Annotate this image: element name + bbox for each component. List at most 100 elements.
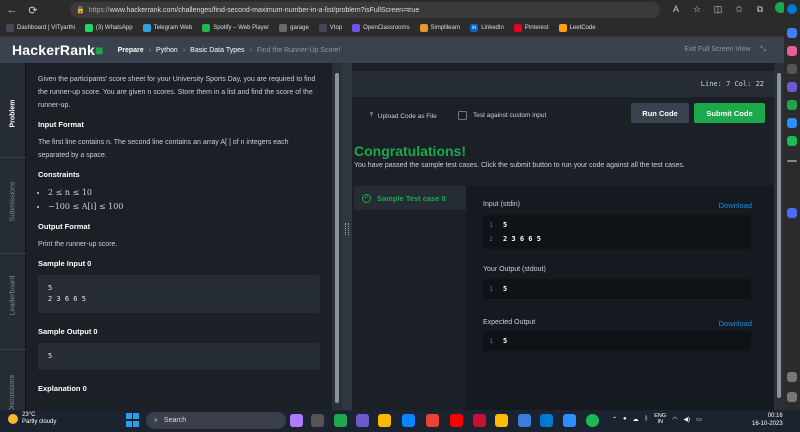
bookmark-item[interactable]: garage [279,24,309,32]
windows-start-icon[interactable] [126,413,140,427]
vscode-icon[interactable] [518,414,531,427]
split-view-icon[interactable] [787,372,797,382]
outlook-icon[interactable] [787,118,797,128]
address-bar[interactable]: 🔒 https:// www.hackerrank.com/challenges… [70,2,660,18]
tools-icon[interactable] [787,64,797,74]
teams-icon[interactable] [356,414,369,427]
chrome-icon[interactable] [426,414,439,427]
collections-icon[interactable]: ⧉ [754,2,766,16]
run-code-button[interactable]: Run Code [631,103,689,123]
whatsapp-icon[interactable] [334,414,347,427]
mcafee-icon[interactable] [473,414,486,427]
cloud-icon[interactable]: ☁ [633,416,639,423]
input-format-heading: Input Format [38,120,84,129]
tab-problem[interactable]: Problem [0,73,26,153]
lock-icon: 🔒 [76,7,85,14]
favorites-icon[interactable]: ✩ [733,2,745,16]
upload-code-button[interactable]: ⤒ Upload Code as File [370,112,437,120]
line-number: 2 [489,235,493,243]
youtube-icon[interactable] [450,414,463,427]
scrollbar-thumb[interactable] [777,73,781,398]
problem-intro: Given the participants' score sheet for … [38,76,316,109]
volume-icon[interactable]: ◀) [683,416,690,423]
system-tray: ⌃ ● ☁ ᛒ ENG IN ◠ ◀) ▭ [612,413,702,425]
spotify-sidebar-icon[interactable] [787,136,797,146]
task-view-icon[interactable] [311,414,324,427]
results-scrollbar[interactable] [774,63,784,410]
custom-input-checkbox[interactable]: Test against custom input [458,111,546,120]
back-icon[interactable]: ← [3,1,21,19]
divider [787,160,797,162]
edge-icon[interactable] [402,414,415,427]
photos-icon[interactable] [563,414,576,427]
sample-input-heading: Sample Input 0 [38,259,92,268]
line-col-indicator: Line: 7 Col: 22 [700,80,764,88]
bookmark-item[interactable]: in LinkedIn [470,24,504,32]
io-value: 5 [503,221,508,229]
spotify-icon[interactable] [586,414,599,427]
line-number: 1 [489,221,493,229]
settings-app-icon[interactable] [540,414,553,427]
expected-output-label: Expected Output [483,319,536,326]
bookmark-item[interactable]: (3) WhatsApp [84,24,133,32]
pane-splitter[interactable] [342,63,352,410]
system-clock[interactable]: 00:16 16-10-2023 [752,412,783,428]
profile-icon[interactable] [787,4,797,14]
read-aloud-icon[interactable]: A [670,2,682,16]
submit-code-button[interactable]: Submit Code [694,103,765,123]
exit-fullscreen-link[interactable]: Exit Full Screen View ⤡ [684,46,766,54]
breadcrumb-basic-data-types[interactable]: Basic Data Types [190,47,244,54]
games-icon[interactable] [787,82,797,92]
breadcrumb-prepare[interactable]: Prepare [118,47,144,54]
tab-leaderboard[interactable]: Leaderboard [0,255,26,335]
chrome-alt-icon[interactable] [495,414,508,427]
bookmark-item[interactable]: Dashboard | VITyarthi [6,24,75,32]
settings-icon[interactable] [787,392,797,402]
drag-handle-icon[interactable] [345,223,349,235]
copilot-taskbar-icon[interactable] [290,414,303,427]
bookmark-label: Dashboard | VITyarthi [17,25,75,31]
battery-icon[interactable]: ▭ [696,416,702,423]
copilot-icon[interactable] [787,208,797,218]
bookmark-icon [84,24,93,32]
bookmark-icon [558,24,567,32]
tray-app-icon[interactable]: ● [623,416,627,422]
refresh-icon[interactable]: ⟳ [24,1,42,19]
taskbar-search[interactable]: ⌕ Search [146,412,286,429]
bookmark-label: OpenClassrooms [363,25,410,31]
checkbox-box[interactable] [458,111,467,120]
bookmark-item[interactable]: Spotify – Web Player [202,24,269,32]
chevron-up-icon[interactable]: ⌃ [612,416,617,423]
bookmark-item[interactable]: Telegram Web [142,24,193,32]
bookmark-item[interactable]: Pinterest [513,24,549,32]
bluetooth-icon[interactable]: ᛒ [645,416,649,422]
search-sidebar-icon[interactable] [787,28,797,38]
shopping-icon[interactable] [787,46,797,56]
expected-download-link[interactable]: Download [719,319,752,328]
language-indicator[interactable]: ENG IN [654,413,666,425]
result-title: Congratulations! [354,143,466,159]
bookmark-item[interactable]: Vtop [318,24,342,32]
bookmark-item[interactable]: Simplilearn [419,24,460,32]
scrollbar-thumb[interactable] [335,73,339,403]
weather-widget[interactable]: 23°C Partly cloudy [8,412,56,426]
bookmark-icon [352,24,361,32]
breadcrumb-python[interactable]: Python [156,47,178,54]
line-number: 1 [489,337,493,345]
input-download-link[interactable]: Download [719,201,752,210]
bookmark-label: Telegram Web [153,25,193,31]
wifi-icon[interactable]: ◠ [672,416,677,423]
constraint-item: 2 ≤ n ≤ 10 [48,186,320,200]
bookmark-item[interactable]: LeetCode [558,24,596,32]
office-icon[interactable] [787,100,797,110]
bookmark-item[interactable]: OpenClassrooms [352,24,410,32]
file-explorer-icon[interactable] [378,414,391,427]
sample-output-heading: Sample Output 0 [38,327,98,336]
tab-submissions[interactable]: Submissions [0,161,26,241]
favorite-star-icon[interactable]: ☆ [691,2,703,16]
test-case-item[interactable]: ✓ Sample Test case 0 [354,186,466,210]
chevron-right-icon: › [148,46,152,54]
hackerrank-logo[interactable]: HackerRank■ [12,42,104,58]
split-screen-icon[interactable]: ◫ [712,2,724,16]
problem-scrollbar[interactable] [332,63,342,410]
